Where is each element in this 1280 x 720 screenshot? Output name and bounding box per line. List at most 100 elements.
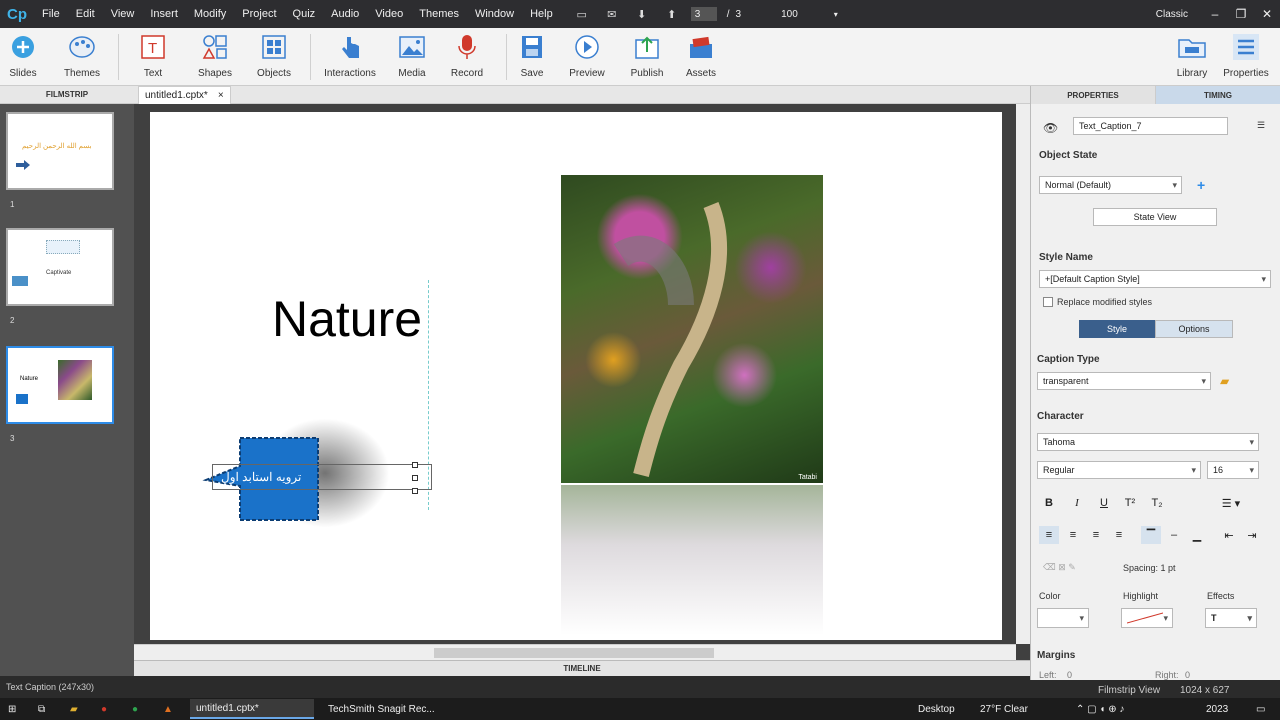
preview-button[interactable]: Preview: [557, 32, 617, 79]
folder-icon[interactable]: ▰: [1220, 374, 1229, 388]
add-state-icon[interactable]: +: [1197, 177, 1205, 193]
shapes-button[interactable]: Shapes: [185, 32, 245, 79]
menu-window[interactable]: Window: [467, 8, 522, 20]
effects-select[interactable]: T: [1205, 608, 1257, 628]
slide-stage[interactable]: Nature ترويه استابد اول Tatabi: [150, 112, 1002, 640]
powerpoint-icon[interactable]: ●: [101, 701, 107, 717]
italic-button[interactable]: I: [1067, 494, 1087, 512]
eye-icon[interactable]: 👁: [1043, 121, 1058, 135]
menu-edit[interactable]: Edit: [68, 8, 103, 20]
menu-view[interactable]: View: [103, 8, 143, 20]
menu-file[interactable]: File: [34, 8, 68, 20]
text-button[interactable]: T Text: [123, 32, 183, 79]
current-slide-field[interactable]: 3: [690, 7, 717, 21]
tab-close-icon[interactable]: ×: [218, 90, 224, 101]
mail-icon[interactable]: ✉: [605, 9, 619, 21]
indent-increase-icon[interactable]: ⇥: [1242, 526, 1262, 544]
vertical-scrollbar[interactable]: [1016, 104, 1030, 644]
scrollbar-thumb[interactable]: [434, 648, 714, 658]
align-left-icon[interactable]: ≡: [1039, 526, 1059, 544]
library-button[interactable]: Library: [1162, 32, 1222, 79]
file-explorer-icon[interactable]: ▰: [70, 701, 78, 717]
menu-video[interactable]: Video: [367, 8, 411, 20]
replace-styles-checkbox[interactable]: [1043, 297, 1053, 307]
monitor-icon[interactable]: ▭: [575, 9, 589, 21]
resize-handle[interactable]: [412, 488, 418, 494]
properties-button[interactable]: Properties: [1216, 32, 1276, 79]
resize-handle[interactable]: [412, 475, 418, 481]
arrow-up-icon[interactable]: ⬆: [665, 9, 679, 21]
zoom-select[interactable]: 100: [781, 9, 798, 20]
highlight-picker[interactable]: [1121, 608, 1173, 628]
interactions-button[interactable]: Interactions: [320, 32, 380, 79]
windows-start-icon[interactable]: ⊞: [8, 701, 16, 717]
notification-icon[interactable]: ▭: [1256, 701, 1265, 717]
indent-decrease-icon[interactable]: ⇤: [1219, 526, 1239, 544]
slide-thumbnail-1[interactable]: بسم الله الرحمن الرحيم: [6, 112, 114, 190]
themes-button[interactable]: Themes: [52, 32, 112, 79]
menu-help[interactable]: Help: [522, 8, 561, 20]
desktop-toolbar[interactable]: Desktop: [918, 701, 955, 717]
underline-button[interactable]: U: [1094, 494, 1114, 512]
horizontal-scrollbar[interactable]: [134, 644, 1016, 660]
font-size-select[interactable]: 16: [1207, 461, 1259, 479]
valign-bottom-icon[interactable]: ▁: [1187, 526, 1207, 544]
maximize-icon[interactable]: ❐: [1228, 7, 1254, 21]
resize-handle[interactable]: [412, 462, 418, 468]
media-button[interactable]: Media: [382, 32, 442, 79]
panel-menu-icon[interactable]: ☰: [1257, 120, 1265, 131]
slides-button[interactable]: Slides: [0, 32, 53, 79]
align-right-icon[interactable]: ≡: [1086, 526, 1106, 544]
object-state-select[interactable]: Normal (Default): [1039, 176, 1182, 194]
menu-audio[interactable]: Audio: [323, 8, 367, 20]
taskbar-app-snagit[interactable]: TechSmith Snagit Rec...: [322, 699, 450, 719]
minimize-icon[interactable]: –: [1202, 7, 1228, 21]
workspace-select[interactable]: Classic: [1156, 9, 1188, 20]
zoom-dropdown-icon[interactable]: ▾: [834, 10, 838, 19]
style-tab[interactable]: Style: [1079, 320, 1155, 338]
assets-button[interactable]: Assets: [671, 32, 731, 79]
font-select[interactable]: Tahoma: [1037, 433, 1259, 451]
state-view-button[interactable]: State View: [1093, 208, 1217, 226]
objects-button[interactable]: Objects: [244, 32, 304, 79]
object-name-field[interactable]: Text_Caption_7: [1073, 117, 1228, 135]
weather-widget[interactable]: 27°F Clear: [980, 701, 1028, 717]
menu-quiz[interactable]: Quiz: [285, 8, 324, 20]
valign-top-icon[interactable]: ▔: [1141, 526, 1161, 544]
slide-title[interactable]: Nature: [272, 290, 422, 348]
clock-year[interactable]: 2023: [1206, 701, 1228, 717]
align-center-icon[interactable]: ≡: [1063, 526, 1083, 544]
margin-right-value[interactable]: 0: [1185, 670, 1190, 680]
options-tab[interactable]: Options: [1155, 320, 1233, 338]
firefox-icon[interactable]: ▲: [163, 701, 173, 717]
task-view-icon[interactable]: ⧉: [38, 701, 45, 717]
timeline-panel[interactable]: TIMELINE: [134, 660, 1030, 676]
list-style-icon[interactable]: ☰ ▾: [1211, 494, 1251, 512]
menu-modify[interactable]: Modify: [186, 8, 234, 20]
clear-format-icon[interactable]: ⌫ ⊠ ✎: [1043, 562, 1076, 573]
document-tab[interactable]: untitled1.cptx* ×: [138, 86, 231, 104]
color-picker[interactable]: [1037, 608, 1089, 628]
tray-icons[interactable]: ⌃ ▢ ◖ ⊕ ♪: [1076, 701, 1124, 717]
taskbar-app-captivate[interactable]: untitled1.cptx*: [190, 699, 314, 719]
menu-project[interactable]: Project: [234, 8, 284, 20]
superscript-button[interactable]: T²: [1120, 494, 1140, 512]
slide-thumbnail-3[interactable]: Nature: [6, 346, 114, 424]
text-caption[interactable]: ترويه استابد اول: [212, 464, 432, 490]
subscript-button[interactable]: T₂: [1147, 494, 1167, 512]
whatsapp-icon[interactable]: ●: [132, 701, 138, 717]
valign-middle-icon[interactable]: –: [1164, 526, 1184, 544]
bold-button[interactable]: B: [1039, 494, 1059, 512]
margin-left-value[interactable]: 0: [1067, 670, 1072, 680]
publish-button[interactable]: Publish: [617, 32, 677, 79]
caption-type-select[interactable]: transparent: [1037, 372, 1211, 390]
menu-themes[interactable]: Themes: [411, 8, 467, 20]
close-icon[interactable]: ✕: [1254, 7, 1280, 21]
tab-timing[interactable]: TIMING: [1156, 86, 1280, 104]
menu-insert[interactable]: Insert: [142, 8, 186, 20]
tab-properties[interactable]: PROPERTIES: [1031, 86, 1156, 104]
save-button[interactable]: Save: [502, 32, 562, 79]
nature-image[interactable]: Tatabi: [561, 175, 823, 483]
slide-thumbnail-2[interactable]: Captivate: [6, 228, 114, 306]
font-style-select[interactable]: Regular: [1037, 461, 1201, 479]
